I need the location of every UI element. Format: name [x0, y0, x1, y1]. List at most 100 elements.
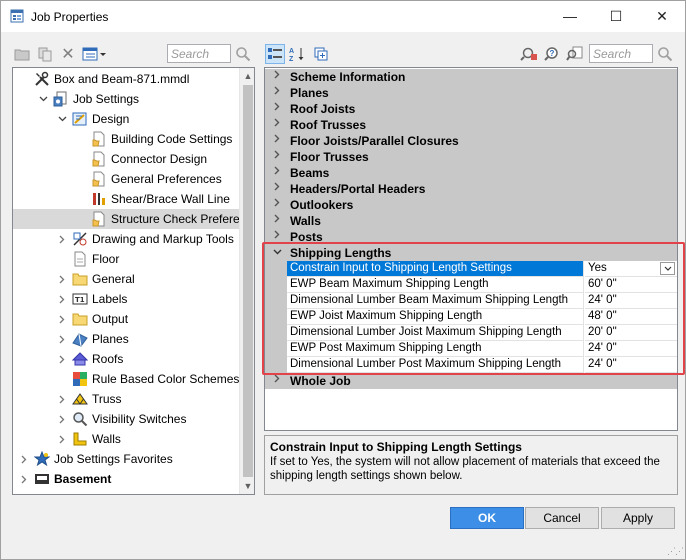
expand-chevron-icon[interactable] — [19, 469, 29, 489]
expand-chevron-icon[interactable] — [272, 70, 282, 82]
tree-item-basement[interactable]: Basement — [13, 469, 239, 489]
property-value[interactable]: 48' 0" — [585, 309, 677, 325]
tree-item-labels[interactable]: T1 Labels — [13, 289, 239, 309]
category-scheme-information[interactable]: Scheme Information — [265, 69, 677, 85]
property-name[interactable]: EWP Joist Maximum Shipping Length — [287, 309, 584, 325]
cancel-button[interactable]: Cancel — [525, 507, 599, 529]
tree-item-connector-design[interactable]: Connector Design — [13, 149, 239, 169]
property-value[interactable]: Yes — [585, 261, 677, 277]
document-search-icon[interactable] — [566, 45, 584, 63]
property-name[interactable]: EWP Beam Maximum Shipping Length — [287, 277, 584, 293]
tree-item-planes[interactable]: Planes — [13, 329, 239, 349]
maximize-button[interactable]: ☐ — [593, 1, 639, 31]
tree-search-input[interactable] — [171, 46, 227, 61]
expand-all-icon[interactable] — [312, 45, 330, 63]
property-name[interactable]: Dimensional Lumber Post Maximum Shipping… — [287, 357, 584, 373]
tree-item-general-preferences[interactable]: General Preferences — [13, 169, 239, 189]
scroll-thumb[interactable] — [243, 85, 253, 477]
filter-search-icon[interactable] — [520, 45, 538, 63]
tree-item-shear-brace-wall-line[interactable]: Shear/Brace Wall Line — [13, 189, 239, 209]
property-value[interactable]: 24' 0" — [585, 341, 677, 357]
ok-button[interactable]: OK — [450, 507, 524, 529]
collapse-chevron-icon[interactable] — [272, 246, 282, 258]
property-value[interactable]: 60' 0" — [585, 277, 677, 293]
property-name[interactable]: Dimensional Lumber Joist Maximum Shippin… — [287, 325, 584, 341]
tree-item-structure-check-preferences[interactable]: Structure Check Preferences — [13, 209, 254, 229]
expand-chevron-icon[interactable] — [272, 198, 282, 210]
tree-item-design[interactable]: Design — [13, 109, 239, 129]
category-whole-job[interactable]: Whole Job — [265, 373, 677, 389]
category-floor-joists-parallel-closures[interactable]: Floor Joists/Parallel Closures — [265, 133, 677, 149]
scroll-up-icon[interactable]: ▲ — [240, 68, 254, 84]
property-name[interactable]: Dimensional Lumber Beam Maximum Shipping… — [287, 293, 584, 309]
expand-chevron-icon[interactable] — [57, 389, 67, 409]
view-options-icon[interactable] — [81, 45, 109, 63]
tree-scrollbar[interactable]: ▲ ▼ — [239, 68, 254, 494]
collapse-chevron-icon[interactable] — [57, 109, 67, 129]
tree-item-general[interactable]: General — [13, 269, 239, 289]
category-planes[interactable]: Planes — [265, 85, 677, 101]
property-name[interactable]: EWP Post Maximum Shipping Length — [287, 341, 584, 357]
expand-chevron-icon[interactable] — [57, 409, 67, 429]
expand-chevron-icon[interactable] — [19, 449, 29, 469]
property-row[interactable]: Dimensional Lumber Joist Maximum Shippin… — [265, 325, 677, 341]
tree-item-walls[interactable]: Walls — [13, 429, 239, 449]
help-search-icon[interactable]: ? — [543, 45, 561, 63]
tree-item-visibility-switches[interactable]: Visibility Switches — [13, 409, 239, 429]
property-row[interactable]: EWP Post Maximum Shipping Length 24' 0" — [265, 341, 677, 357]
expand-chevron-icon[interactable] — [272, 102, 282, 114]
property-name[interactable]: Constrain Input to Shipping Length Setti… — [287, 261, 584, 277]
property-value[interactable]: 24' 0" — [585, 293, 677, 309]
copy-icon[interactable] — [36, 45, 54, 63]
expand-chevron-icon[interactable] — [272, 134, 282, 146]
tree-item-drawing-and-markup-tools[interactable]: Drawing and Markup Tools — [13, 229, 239, 249]
new-folder-icon[interactable] — [13, 45, 31, 63]
tree-item-box-and-beam-871-mmdl[interactable]: Box and Beam-871.mmdl — [13, 69, 239, 89]
tree-item-rule-based-color-schemes[interactable]: Rule Based Color Schemes — [13, 369, 239, 389]
property-value[interactable]: 24' 0" — [585, 357, 677, 373]
expand-chevron-icon[interactable] — [57, 349, 67, 369]
minimize-button[interactable]: — — [547, 1, 593, 31]
category-floor-trusses[interactable]: Floor Trusses — [265, 149, 677, 165]
category-beams[interactable]: Beams — [265, 165, 677, 181]
tree-search-icon[interactable] — [234, 45, 252, 63]
categorized-view-icon[interactable] — [265, 44, 285, 64]
expand-chevron-icon[interactable] — [272, 182, 282, 194]
property-row[interactable]: EWP Beam Maximum Shipping Length 60' 0" — [265, 277, 677, 293]
expand-chevron-icon[interactable] — [272, 150, 282, 162]
property-row[interactable]: Constrain Input to Shipping Length Setti… — [265, 261, 677, 277]
tree-item-job-settings-favorites[interactable]: Job Settings Favorites — [13, 449, 239, 469]
close-button[interactable]: ✕ — [639, 1, 685, 31]
category-headers-portal-headers[interactable]: Headers/Portal Headers — [265, 181, 677, 197]
grid-search-box[interactable] — [589, 44, 653, 63]
grid-search-input[interactable] — [593, 46, 649, 61]
category-roof-joists[interactable]: Roof Joists — [265, 101, 677, 117]
tree-search-box[interactable] — [167, 44, 231, 63]
expand-chevron-icon[interactable] — [57, 289, 67, 309]
grid-search-icon[interactable] — [656, 45, 674, 63]
collapse-chevron-icon[interactable] — [38, 89, 48, 109]
expand-chevron-icon[interactable] — [272, 374, 282, 386]
apply-button[interactable]: Apply — [601, 507, 675, 529]
category-walls[interactable]: Walls — [265, 213, 677, 229]
tree-item-roofs[interactable]: Roofs — [13, 349, 239, 369]
expand-chevron-icon[interactable] — [272, 86, 282, 98]
property-value[interactable]: 20' 0" — [585, 325, 677, 341]
sort-alphabetical-icon[interactable]: AZ — [289, 45, 307, 63]
property-row[interactable]: Dimensional Lumber Post Maximum Shipping… — [265, 357, 677, 373]
scroll-down-icon[interactable]: ▼ — [240, 478, 254, 494]
expand-chevron-icon[interactable] — [272, 118, 282, 130]
resize-grip-icon[interactable]: ⋰⋰ — [667, 546, 684, 557]
tree-item-job-settings[interactable]: Job Settings — [13, 89, 239, 109]
property-row[interactable]: Dimensional Lumber Beam Maximum Shipping… — [265, 293, 677, 309]
tree-item-output[interactable]: Output — [13, 309, 239, 329]
expand-chevron-icon[interactable] — [57, 269, 67, 289]
category-posts[interactable]: Posts — [265, 229, 677, 245]
expand-chevron-icon[interactable] — [57, 429, 67, 449]
tree-item-truss[interactable]: Truss — [13, 389, 239, 409]
tree-item-floor[interactable]: Floor — [13, 249, 239, 269]
expand-chevron-icon[interactable] — [272, 214, 282, 226]
expand-chevron-icon[interactable] — [57, 329, 67, 349]
category-roof-trusses[interactable]: Roof Trusses — [265, 117, 677, 133]
category-outlookers[interactable]: Outlookers — [265, 197, 677, 213]
